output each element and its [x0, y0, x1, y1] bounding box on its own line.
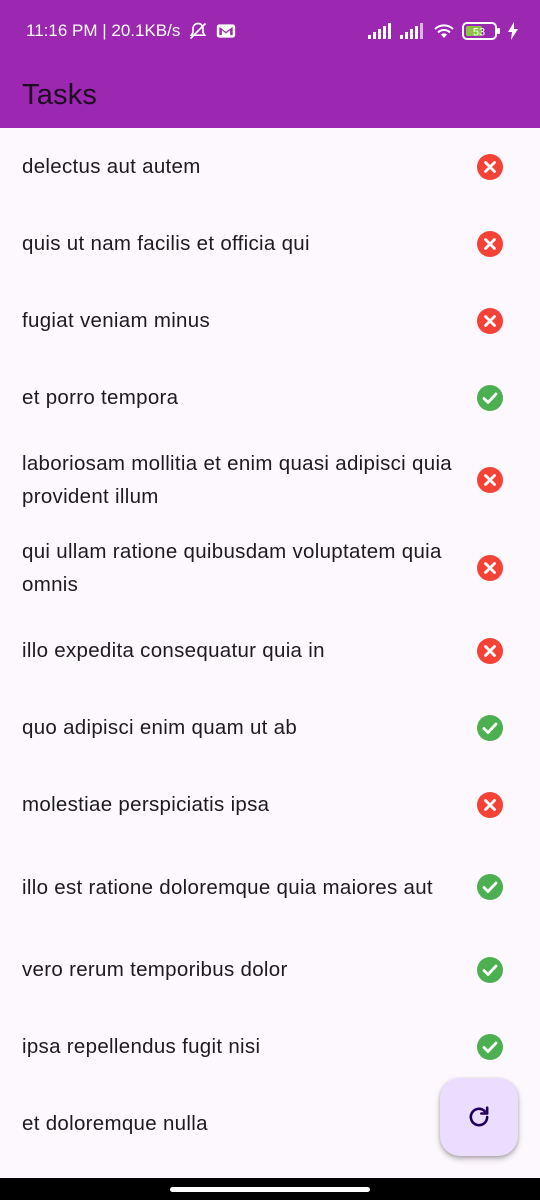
page-title: Tasks [22, 78, 98, 111]
task-title: et porro tempora [22, 386, 179, 409]
task-title: ipsa repellendus fugit nisi [22, 1035, 261, 1058]
task-item[interactable]: molestiae perspiciatis ipsa [0, 766, 540, 843]
signal-icon-2 [400, 23, 426, 39]
gmail-icon [216, 22, 236, 40]
muted-alarm-icon [188, 21, 208, 41]
task-item[interactable]: quo adipisci enim quam ut ab [0, 689, 540, 766]
battery-level: 53 [473, 27, 485, 39]
task-item[interactable]: qui ullam ratione quibusdam voluptatem q… [0, 524, 540, 612]
task-title: illo est ratione doloremque quia maiores… [22, 875, 433, 899]
refresh-button[interactable] [440, 1078, 518, 1156]
cancel-circle-icon [476, 791, 504, 819]
cancel-circle-icon [476, 637, 504, 665]
cancel-circle-icon [476, 230, 504, 258]
check-circle-icon [476, 714, 504, 742]
phone-screen: 11:16 PM | 20.1KB/s 53 Tasks delectus au… [0, 0, 540, 1200]
task-title: quo adipisci enim quam ut ab [22, 716, 298, 739]
task-item[interactable]: laboriosam mollitia et enim quasi adipis… [0, 436, 540, 524]
task-title: qui ullam ratione quibusdam voluptatem q… [22, 540, 442, 596]
check-circle-icon [476, 873, 504, 901]
cancel-circle-icon [476, 307, 504, 335]
task-title: molestiae perspiciatis ipsa [22, 793, 270, 816]
charging-icon [508, 22, 518, 40]
task-item[interactable]: delectus aut autem [0, 128, 540, 205]
task-item[interactable]: quis ut nam facilis et officia qui [0, 205, 540, 282]
task-title: quis ut nam facilis et officia qui [22, 232, 310, 255]
task-item[interactable]: illo expedita consequatur quia in [0, 612, 540, 689]
task-title: laboriosam mollitia et enim quasi adipis… [22, 452, 452, 508]
refresh-icon [465, 1103, 493, 1131]
check-circle-icon [476, 956, 504, 984]
system-nav-bar [0, 1178, 540, 1200]
task-list[interactable]: delectus aut autem quis ut nam facilis et… [0, 128, 540, 1178]
cancel-circle-icon [476, 466, 504, 494]
task-title: illo expedita consequatur quia in [22, 639, 325, 662]
signal-icon [368, 23, 394, 39]
check-circle-icon [476, 1033, 504, 1061]
task-item[interactable]: ipsa repellendus fugit nisi [0, 1008, 540, 1085]
task-item[interactable]: et porro tempora [0, 359, 540, 436]
task-title: fugiat veniam minus [22, 309, 211, 332]
task-title: vero rerum temporibus dolor [22, 958, 288, 981]
status-time: 11:16 PM | 20.1KB/s [26, 21, 181, 40]
app-bar: Tasks [0, 62, 540, 128]
wifi-icon [432, 22, 456, 40]
cancel-circle-icon [476, 153, 504, 181]
home-gesture-handle[interactable] [170, 1187, 370, 1192]
check-circle-icon [476, 384, 504, 412]
task-item[interactable]: illo est ratione doloremque quia maiores… [0, 843, 540, 931]
status-left: 11:16 PM | 20.1KB/s [26, 21, 236, 41]
battery-icon: 53 [462, 21, 502, 41]
task-item[interactable]: vero rerum temporibus dolor [0, 931, 540, 1008]
cancel-circle-icon [476, 554, 504, 582]
task-title: delectus aut autem [22, 155, 201, 178]
task-item[interactable]: fugiat veniam minus [0, 282, 540, 359]
status-bar: 11:16 PM | 20.1KB/s 53 [0, 0, 540, 62]
status-right: 53 [368, 21, 518, 41]
task-title: et doloremque nulla [22, 1112, 208, 1135]
